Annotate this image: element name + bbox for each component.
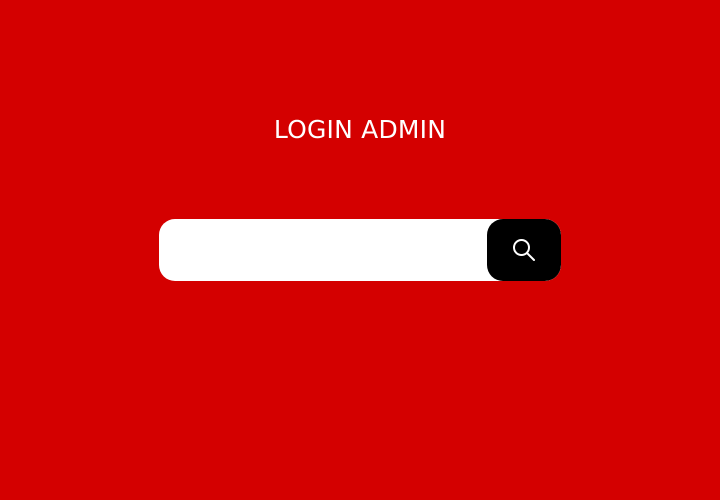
search-input[interactable] (159, 219, 487, 281)
search-icon (511, 237, 537, 263)
search-button[interactable] (487, 219, 561, 281)
search-bar (159, 219, 561, 281)
page-title: LOGIN ADMIN (273, 115, 447, 144)
